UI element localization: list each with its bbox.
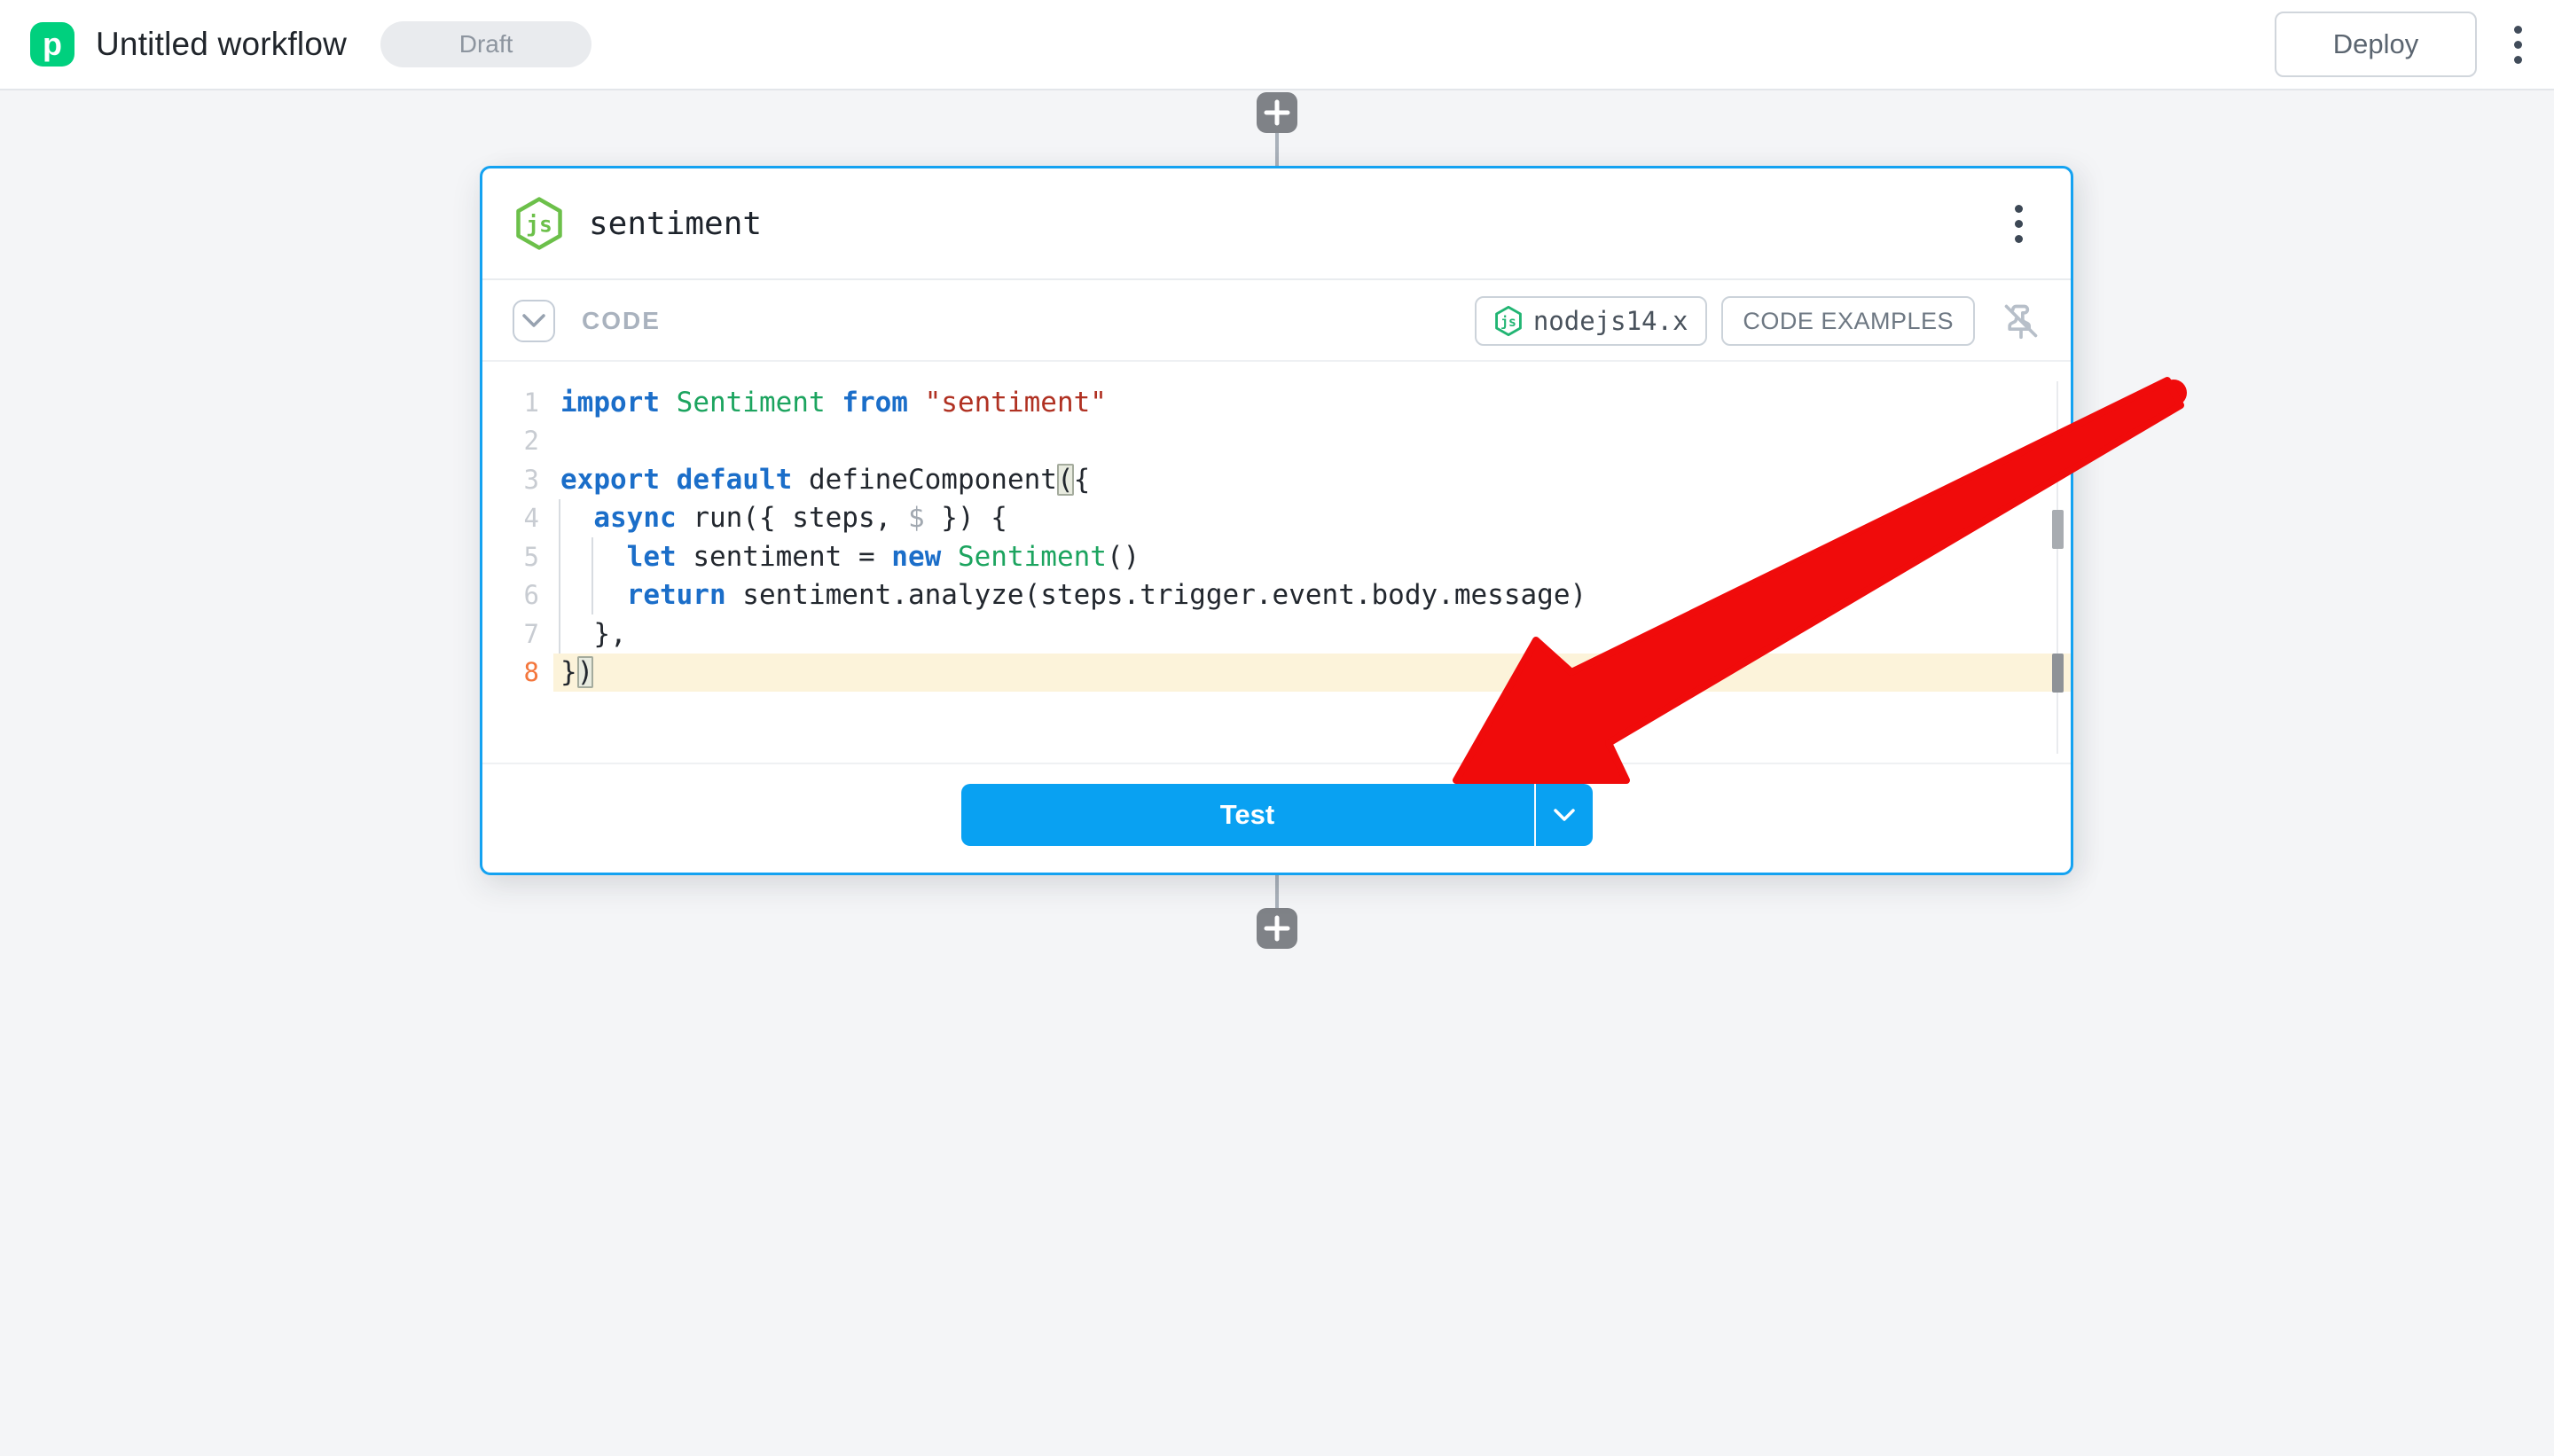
line-number: 1 [482,387,560,418]
connector-line-top [1275,133,1279,168]
matching-bracket: ( [1057,464,1074,496]
pipedream-logo[interactable]: p [30,22,74,67]
line-number: 8 [482,657,560,687]
code-section-label: CODE [582,307,661,335]
code-line: 6 return sentiment.analyze(steps.trigger… [482,576,2071,615]
code-line: 4 async run({ steps, $ }) { [482,499,2071,538]
code-examples-button[interactable]: CODE EXAMPLES [1721,296,1975,346]
top-bar: p Untitled workflow Draft Deploy [0,0,2554,90]
code-line: 2 [482,422,2071,461]
code-token: $ [908,502,925,534]
code-token: Sentiment [677,387,826,419]
code-text: import Sentiment from "sentiment" [560,387,2071,419]
code-token: sentiment.analyze(steps.trigger.event.bo… [726,579,1587,611]
matching-bracket: ) [577,656,594,688]
pin-off-icon [2002,301,2041,341]
svg-text:js: js [1500,315,1516,330]
workflow-menu-kebab-icon[interactable] [2505,17,2531,73]
code-text: async run({ steps, $ }) { [560,502,2071,534]
code-token: default [677,464,793,496]
plus-icon [1264,99,1290,126]
code-token [660,464,677,496]
code-token [560,541,627,573]
line-number: 3 [482,465,560,495]
deploy-button[interactable]: Deploy [2275,12,2477,77]
indent-guide [559,537,560,576]
code-token: () [1107,541,1140,573]
indent-guide [559,576,560,615]
code-step-card: js sentiment CODE js nodejs14.x CODE EXA… [480,166,2073,875]
indent-guide [559,614,560,654]
line-number: 4 [482,503,560,533]
editor-scrollbar-track [2057,381,2058,754]
code-token: async [593,502,676,534]
line-number: 6 [482,580,560,610]
code-token: return [627,579,726,611]
code-token [660,387,677,419]
connector-line-bottom [1275,875,1279,911]
code-token: Sentiment [958,541,1107,573]
code-token: from [842,387,908,419]
code-token [908,387,925,419]
chevron-down-icon [521,313,546,329]
code-token: run({ steps, [677,502,908,534]
indent-guide [591,576,593,615]
code-text: }) [560,656,2071,688]
code-line: 3export default defineComponent({ [482,460,2071,499]
step-name[interactable]: sentiment [589,206,762,242]
step-header: js sentiment [482,168,2071,280]
chevron-down-icon [1553,808,1576,822]
line-number: 2 [482,426,560,456]
code-text: }, [560,618,2071,650]
runtime-version-label: nodejs14.x [1533,306,1688,336]
code-token: defineComponent [792,464,1057,496]
workflow-title[interactable]: Untitled workflow [96,26,347,63]
code-token: "sentiment" [925,387,1107,419]
code-token: import [560,387,660,419]
test-options-dropdown-button[interactable] [1536,784,1593,846]
code-line: 1import Sentiment from "sentiment" [482,383,2071,422]
code-editor[interactable]: 1import Sentiment from "sentiment"23expo… [482,364,2071,763]
step-footer: Test [482,763,2071,873]
code-section-toolbar: CODE js nodejs14.x CODE EXAMPLES [482,282,2071,362]
test-button-group: Test [961,784,1593,846]
nodejs-icon: js [514,196,564,251]
indent-guide [591,537,593,576]
code-token [826,387,842,419]
indent-guide [559,499,560,538]
add-step-above-button[interactable] [1257,92,1297,133]
editor-scrollbar-thumb[interactable] [2052,654,2064,693]
code-token: sentiment = [677,541,892,573]
code-token: }, [560,618,627,650]
code-token: }) { [925,502,1007,534]
code-line: 8}) [482,654,2071,693]
line-number: 5 [482,542,560,572]
plus-icon [1264,915,1290,942]
nodejs-icon: js [1494,305,1523,337]
code-token: export [560,464,660,496]
code-token [560,579,627,611]
code-text: export default defineComponent({ [560,464,2071,496]
code-token [941,541,958,573]
svg-text:js: js [526,212,552,238]
editor-top-padding [482,364,2071,383]
collapse-section-button[interactable] [513,300,555,342]
code-text: let sentiment = new Sentiment() [560,541,2071,573]
code-token [560,502,593,534]
step-menu-kebab-icon[interactable] [2006,196,2032,252]
code-token: new [891,541,941,573]
code-token: { [1074,464,1091,496]
test-button[interactable]: Test [961,784,1534,846]
status-badge: Draft [380,21,591,67]
add-step-below-button[interactable] [1257,908,1297,949]
code-token: } [560,656,577,688]
runtime-version-badge[interactable]: js nodejs14.x [1475,296,1708,346]
code-text: return sentiment.analyze(steps.trigger.e… [560,579,2071,611]
code-line: 5 let sentiment = new Sentiment() [482,537,2071,576]
editor-scrollbar-mark[interactable] [2052,510,2064,549]
unpin-button[interactable] [2002,301,2041,341]
code-token: let [627,541,677,573]
line-number: 7 [482,619,560,649]
code-line: 7 }, [482,614,2071,654]
